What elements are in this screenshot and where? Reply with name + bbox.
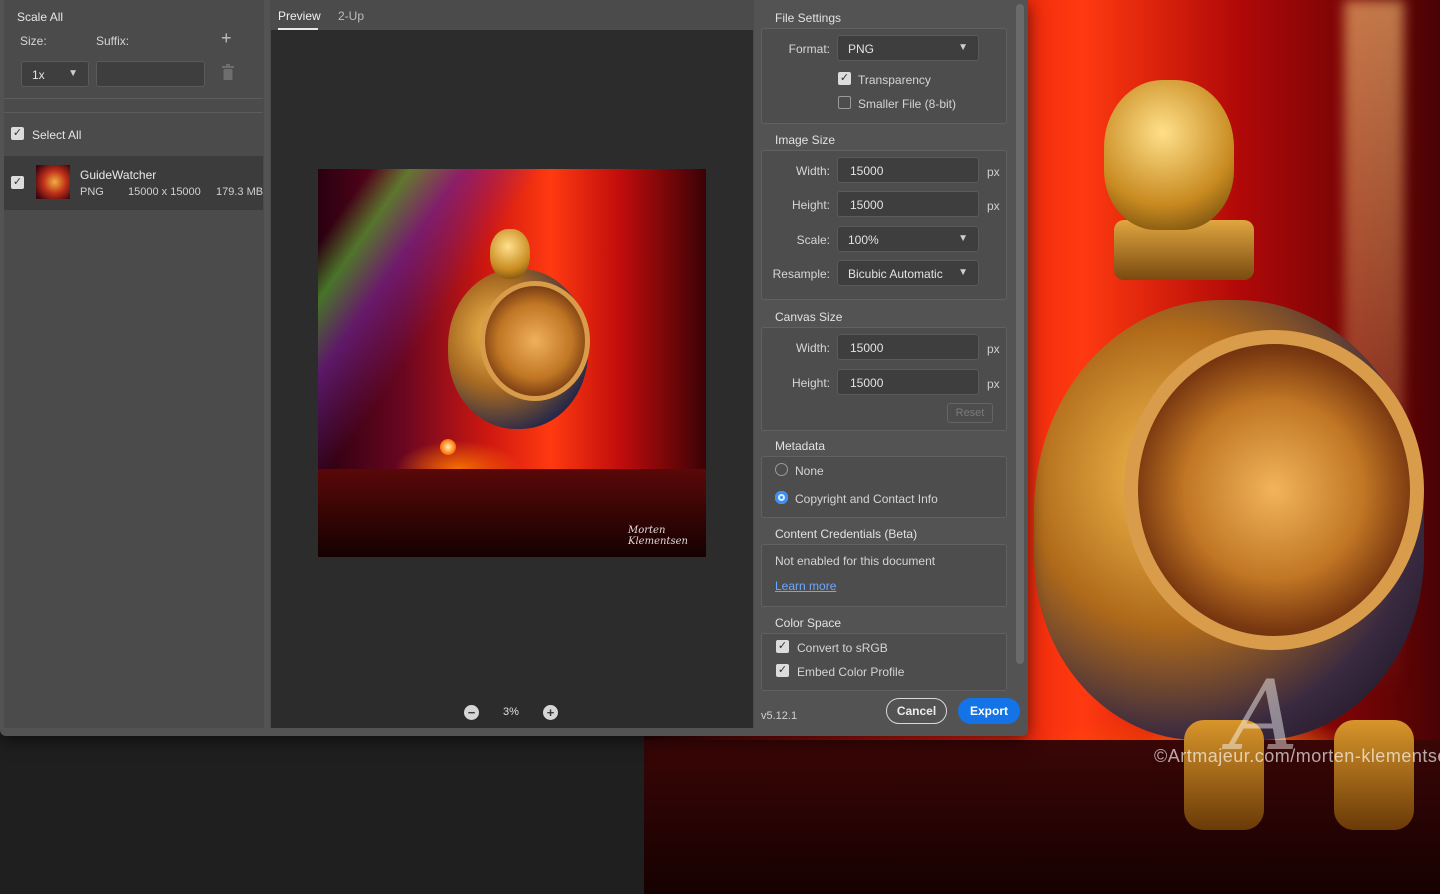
transparency-label: Transparency — [858, 73, 931, 87]
watermark-text: ©Artmajeur.com/morten-klementsen — [1154, 746, 1440, 766]
convert-srgb-label: Convert to sRGB — [797, 641, 888, 655]
learn-more-link[interactable]: Learn more — [775, 579, 836, 593]
scale-select-value: 1x — [32, 68, 45, 82]
metadata-none-label: None — [795, 464, 824, 478]
size-label: Size: — [20, 34, 47, 48]
canvas-width-input[interactable]: 15000 — [837, 334, 979, 360]
format-label: Format: — [788, 42, 830, 56]
select-all-checkbox[interactable]: ✓ — [11, 127, 24, 140]
scale-percent-select[interactable]: 100% ▼ — [837, 226, 979, 252]
suffix-label: Suffix: — [96, 34, 130, 48]
preview-image: Morten Klementsen — [318, 169, 706, 557]
chevron-down-icon: ▼ — [68, 68, 78, 79]
format-select[interactable]: PNG ▼ — [837, 35, 979, 61]
divider — [4, 112, 263, 113]
trash-icon[interactable] — [222, 64, 234, 80]
metadata-copyright-radio[interactable] — [775, 491, 788, 504]
plus-icon[interactable]: + — [221, 28, 232, 49]
canvas-size-title: Canvas Size — [775, 310, 843, 324]
reset-button[interactable]: Reset — [947, 403, 993, 423]
preview-clock-dial — [480, 281, 590, 401]
artwork-robot-head — [1104, 80, 1234, 230]
content-credentials-title: Content Credentials (Beta) — [775, 527, 918, 541]
smaller-file-label: Smaller File (8-bit) — [858, 97, 957, 111]
image-height-unit: px — [987, 199, 1000, 213]
file-checkbox[interactable]: ✓ — [11, 176, 24, 189]
scale-all-label: Scale All — [17, 10, 64, 24]
transparency-checkbox[interactable]: ✓ — [838, 72, 851, 85]
preview-robot-head — [490, 229, 530, 279]
left-panel — [4, 0, 264, 728]
scale-label: Scale: — [796, 233, 830, 247]
image-width-label: Width: — [795, 164, 830, 178]
file-settings-title: File Settings — [775, 11, 842, 25]
canvas-height-input[interactable]: 15000 — [837, 369, 979, 395]
file-name: GuideWatcher — [80, 168, 157, 182]
image-width-unit: px — [987, 165, 1000, 179]
chevron-down-icon: ▼ — [958, 42, 968, 53]
file-dimensions: 15000 x 15000 — [128, 186, 201, 198]
smaller-file-checkbox[interactable] — [838, 96, 851, 109]
canvas-width-unit: px — [987, 342, 1000, 356]
tab-2-up[interactable]: 2-Up — [338, 9, 364, 23]
metadata-copyright-label: Copyright and Contact Info — [795, 492, 938, 506]
export-button[interactable]: Export — [958, 698, 1020, 724]
preview-light — [440, 439, 456, 455]
preview-signature: Morten Klementsen — [628, 525, 688, 547]
format-select-value: PNG — [848, 42, 875, 56]
embed-profile-checkbox[interactable]: ✓ — [776, 664, 789, 677]
scale-select[interactable]: 1x ▼ — [21, 61, 89, 87]
resample-select[interactable]: Bicubic Automatic ▼ — [837, 260, 979, 286]
embed-profile-label: Embed Color Profile — [797, 665, 905, 679]
image-size-title: Image Size — [775, 133, 836, 147]
scale-percent-value: 100% — [848, 233, 879, 247]
artwork-clock-dial — [1124, 330, 1424, 650]
chevron-down-icon: ▼ — [958, 267, 968, 278]
canvas-height-unit: px — [987, 377, 1000, 391]
file-thumbnail — [36, 165, 70, 199]
image-height-input[interactable]: 15000 — [837, 191, 979, 217]
file-size: 179.3 MB — [216, 186, 264, 198]
canvas-width-label: Width: — [795, 341, 830, 355]
cancel-button[interactable]: Cancel — [886, 698, 947, 724]
image-height-label: Height: — [791, 198, 830, 212]
metadata-none-radio[interactable] — [775, 463, 788, 476]
chevron-down-icon: ▼ — [958, 233, 968, 244]
suffix-input[interactable] — [96, 61, 205, 87]
resample-label: Resample: — [772, 267, 830, 281]
zoom-out-button[interactable]: − — [464, 705, 479, 720]
metadata-title: Metadata — [775, 439, 826, 453]
image-width-input[interactable]: 15000 — [837, 157, 979, 183]
file-format: PNG — [80, 186, 104, 198]
divider — [4, 98, 263, 99]
settings-scrollbar[interactable] — [1016, 4, 1024, 664]
tab-preview[interactable]: Preview — [278, 9, 321, 23]
resample-select-value: Bicubic Automatic — [848, 267, 943, 281]
content-credentials-status: Not enabled for this document — [775, 554, 936, 568]
select-all-label: Select All — [32, 128, 82, 142]
version-label: v5.12.1 — [761, 710, 798, 722]
convert-srgb-checkbox[interactable]: ✓ — [776, 640, 789, 653]
export-dialog: Scale All Size: Suffix: + 1x ▼ ✓ Select … — [0, 0, 1028, 736]
zoom-level: 3% — [503, 706, 519, 718]
canvas-height-label: Height: — [791, 376, 830, 390]
color-space-title: Color Space — [775, 616, 842, 630]
zoom-in-button[interactable]: + — [543, 705, 558, 720]
artwork-robot-leg — [1334, 720, 1414, 830]
